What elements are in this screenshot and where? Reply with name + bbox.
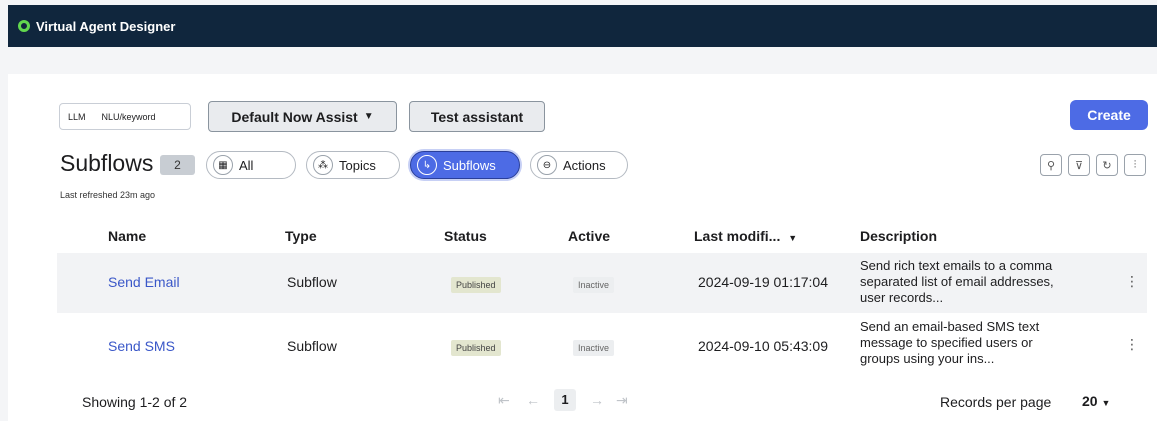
filter-all[interactable]: ▦ All — [206, 151, 296, 179]
filter-subflows-label: Subflows — [443, 157, 496, 173]
row-name-link[interactable]: Send Email — [108, 274, 180, 290]
sort-desc-icon: ▼ — [788, 233, 798, 243]
page-title: Subflows — [60, 150, 154, 176]
topics-icon: ⁂ — [313, 155, 333, 175]
row-description: Send an email-based SMS text message to … — [860, 319, 1040, 366]
row-more-icon[interactable]: ⋮ — [1125, 273, 1139, 290]
last-refreshed: Last refreshed 23m ago — [60, 190, 156, 200]
col-last-modified[interactable]: Last modifi... ▼ — [694, 228, 797, 244]
funnel-icon: ⊽ — [1074, 159, 1084, 172]
active-badge: Inactive — [573, 340, 615, 356]
test-assistant-button[interactable]: Test assistant — [409, 101, 545, 132]
caret-down-icon: ▼ — [1101, 398, 1111, 408]
col-name[interactable]: Name — [108, 228, 146, 244]
columns-settings-icon: ⫶ — [1133, 158, 1137, 171]
count-badge: 2 — [160, 155, 195, 175]
row-type: Subflow — [287, 274, 337, 290]
row-modified: 2024-09-19 01:17:04 — [698, 274, 828, 290]
records-per-page-label: Records per page — [940, 394, 1052, 410]
status-badge: Published — [451, 340, 501, 356]
first-page-icon[interactable]: ⇤ — [498, 392, 510, 409]
row-more-icon[interactable]: ⋮ — [1125, 336, 1139, 353]
columns-button[interactable]: ⫶ — [1124, 154, 1146, 176]
row-type: Subflow — [287, 338, 337, 354]
app-header: Virtual Agent Designer — [8, 5, 1157, 47]
row-description: Send rich text emails to a comma separat… — [860, 258, 1054, 305]
filter-topics-label: Topics — [339, 157, 376, 173]
row-name-link[interactable]: Send SMS — [108, 338, 175, 354]
assistant-select[interactable]: Default Now Assist ▼ — [208, 101, 397, 132]
filter-topics[interactable]: ⁂ Topics — [306, 151, 400, 179]
assistant-select-label: Default Now Assist — [231, 108, 358, 125]
refresh-icon: ↻ — [1102, 159, 1112, 172]
mode-llm[interactable]: LLM — [60, 112, 94, 122]
filter-subflows[interactable]: ↳ Subflows — [410, 151, 520, 179]
status-badge: Published — [451, 277, 501, 293]
col-active[interactable]: Active — [568, 228, 610, 244]
col-last-modified-label: Last modifi... — [694, 228, 781, 244]
app-title: Virtual Agent Designer — [36, 18, 176, 34]
records-per-page-select[interactable]: 20 ▼ — [1082, 393, 1110, 409]
records-per-page-value: 20 — [1082, 393, 1098, 409]
last-page-icon[interactable]: ⇥ — [616, 392, 628, 409]
logo-icon — [18, 20, 30, 32]
search-icon: ⚲ — [1046, 159, 1056, 172]
filter-button[interactable]: ⊽ — [1068, 154, 1090, 176]
search-button[interactable]: ⚲ — [1040, 154, 1062, 176]
next-page-icon[interactable]: → — [590, 392, 604, 408]
current-page[interactable]: 1 — [554, 389, 576, 411]
filter-all-label: All — [239, 157, 254, 173]
prev-page-icon[interactable]: ← — [526, 392, 540, 408]
col-description[interactable]: Description — [860, 228, 937, 244]
mode-nlu[interactable]: NLU/keyword — [94, 112, 164, 122]
caret-down-icon: ▼ — [363, 111, 374, 122]
col-status[interactable]: Status — [444, 228, 487, 244]
mode-toggle: LLM NLU/keyword — [59, 103, 191, 130]
grid-icon: ▦ — [213, 155, 233, 175]
showing-count: Showing 1-2 of 2 — [82, 394, 188, 410]
filter-actions[interactable]: ⊖ Actions — [530, 151, 628, 179]
row-modified: 2024-09-10 05:43:09 — [698, 338, 828, 354]
action-icon: ⊖ — [537, 155, 557, 175]
filter-actions-label: Actions — [563, 157, 606, 173]
col-type[interactable]: Type — [285, 228, 317, 244]
create-button[interactable]: Create — [1070, 100, 1148, 130]
active-badge: Inactive — [573, 277, 615, 293]
subflow-icon: ↳ — [417, 155, 437, 175]
refresh-button[interactable]: ↻ — [1096, 154, 1118, 176]
